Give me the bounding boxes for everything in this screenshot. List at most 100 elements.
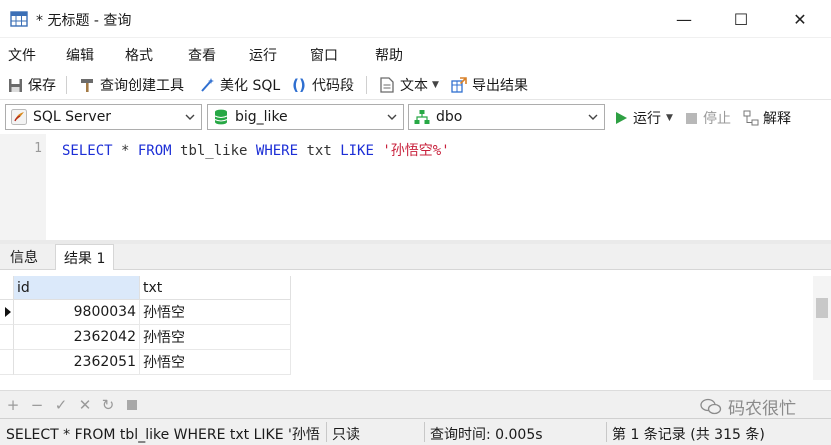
menu-file[interactable]: 文件 xyxy=(8,45,36,65)
sql-keyword: WHERE xyxy=(255,143,299,159)
run-label: 运行 xyxy=(633,111,661,127)
code-snippet-button[interactable]: () 代码段 xyxy=(290,74,354,96)
add-icon[interactable]: + xyxy=(4,396,22,414)
menu-format[interactable]: 格式 xyxy=(125,45,153,65)
sql-keyword: SELECT xyxy=(62,143,113,159)
export-results-label: 导出结果 xyxy=(472,78,528,94)
chevron-down-icon xyxy=(185,114,195,120)
explain-icon xyxy=(743,110,759,126)
explain-label: 解释 xyxy=(763,111,791,127)
table-cell-txt[interactable]: 孙悟空 xyxy=(140,300,291,325)
table-cell-id[interactable]: 9800034 xyxy=(14,300,140,325)
sql-server-icon xyxy=(10,108,28,126)
vertical-scrollbar[interactable] xyxy=(813,276,831,380)
scrollbar-thumb[interactable] xyxy=(816,298,828,318)
menu-bar: 文件 编辑 格式 查看 运行 窗口 帮助 xyxy=(0,38,831,68)
code-snippet-label: 代码段 xyxy=(312,78,354,94)
status-bar: SELECT * FROM tbl_like WHERE txt LIKE '孙… xyxy=(0,418,831,445)
sql-code-line[interactable]: SELECT * FROM tbl_like WHERE txt LIKE '孙… xyxy=(62,140,450,160)
stop-icon[interactable] xyxy=(123,396,141,414)
connection-bar: SQL Server big_like dbo 运行 ▼ 停止 解释 xyxy=(0,100,831,134)
database-value: big_like xyxy=(235,109,288,125)
discard-icon[interactable]: ✕ xyxy=(76,396,94,414)
status-query-time: 查询时间: 0.005s xyxy=(430,427,543,443)
row-indicator[interactable] xyxy=(0,300,14,325)
tab-info[interactable]: 信息 xyxy=(2,244,46,270)
braces-icon: () xyxy=(292,76,306,94)
tab-result-1[interactable]: 结果 1 xyxy=(55,244,115,271)
run-button[interactable]: 运行 ▼ xyxy=(614,108,673,128)
window-title: * 无标题 - 查询 xyxy=(36,13,132,29)
export-icon xyxy=(450,76,468,94)
row-indicator[interactable] xyxy=(0,350,14,375)
database-select[interactable]: big_like xyxy=(207,104,404,130)
export-results-button[interactable]: 导出结果 xyxy=(450,74,528,96)
sql-string: '孙悟空%' xyxy=(382,143,450,159)
status-divider xyxy=(326,422,327,442)
status-record-count: 第 1 条记录 (共 315 条) xyxy=(612,427,765,443)
explain-button[interactable]: 解释 xyxy=(743,108,791,128)
toolbar-divider xyxy=(66,76,67,94)
text-label: 文本 xyxy=(400,78,428,94)
stop-icon xyxy=(686,112,697,124)
run-dropdown-icon[interactable]: ▼ xyxy=(666,113,673,123)
close-button[interactable]: ✕ xyxy=(777,0,823,38)
sql-keyword: LIKE xyxy=(340,143,374,159)
stop-button[interactable]: 停止 xyxy=(686,108,731,128)
table-cell-id[interactable]: 2362051 xyxy=(14,350,140,375)
line-gutter: 1 xyxy=(0,134,46,240)
save-button[interactable]: 保存 xyxy=(6,74,56,96)
table-cell-txt[interactable]: 孙悟空 xyxy=(140,325,291,350)
magic-wand-icon xyxy=(198,76,216,94)
hammer-icon xyxy=(78,76,96,94)
grid-corner[interactable] xyxy=(0,276,14,300)
sql-text: tbl_like xyxy=(171,143,256,159)
maximize-icon: ☐ xyxy=(733,9,749,29)
line-number: 1 xyxy=(34,141,42,156)
remove-icon[interactable]: − xyxy=(28,396,46,414)
save-icon xyxy=(6,76,24,94)
play-icon xyxy=(616,112,627,124)
chevron-down-icon xyxy=(588,114,598,120)
close-icon: ✕ xyxy=(793,9,807,29)
menu-run[interactable]: 运行 xyxy=(249,45,277,65)
beautify-sql-label: 美化 SQL xyxy=(220,78,281,94)
menu-help[interactable]: 帮助 xyxy=(375,45,403,65)
toolbar-divider xyxy=(366,76,367,94)
table-cell-txt[interactable]: 孙悟空 xyxy=(140,350,291,375)
dropdown-arrow-icon: ▼ xyxy=(432,80,439,90)
maximize-button[interactable]: ☐ xyxy=(718,0,764,38)
schema-select[interactable]: dbo xyxy=(408,104,605,130)
wechat-icon xyxy=(700,398,722,414)
menu-edit[interactable]: 编辑 xyxy=(66,45,94,65)
table-cell-id[interactable]: 2362042 xyxy=(14,325,140,350)
stop-label: 停止 xyxy=(703,111,731,127)
column-header-txt[interactable]: txt xyxy=(140,276,291,300)
database-icon xyxy=(212,108,230,126)
menu-view[interactable]: 查看 xyxy=(188,45,216,65)
chevron-down-icon xyxy=(387,114,397,120)
watermark: 码农很忙 xyxy=(700,394,796,419)
status-mode: 只读 xyxy=(332,427,360,443)
sql-editor[interactable]: 1 SELECT * FROM tbl_like WHERE txt LIKE … xyxy=(0,134,831,240)
column-header-id[interactable]: id xyxy=(14,276,140,300)
server-type-value: SQL Server xyxy=(33,109,112,125)
text-dropdown-button[interactable]: 文本 ▼ xyxy=(378,74,439,96)
query-builder-button[interactable]: 查询创建工具 xyxy=(78,74,184,96)
beautify-sql-button[interactable]: 美化 SQL xyxy=(198,74,280,96)
document-icon xyxy=(378,76,396,94)
current-row-icon xyxy=(5,307,11,317)
sql-text: * xyxy=(112,143,138,159)
server-type-select[interactable]: SQL Server xyxy=(5,104,202,130)
minimize-icon: — xyxy=(676,9,692,29)
save-label: 保存 xyxy=(28,78,56,94)
schema-icon xyxy=(413,108,431,126)
apply-icon[interactable]: ✓ xyxy=(52,396,70,414)
sql-keyword: FROM xyxy=(137,143,172,159)
sql-text: txt xyxy=(298,143,341,159)
minimize-button[interactable]: — xyxy=(661,0,707,38)
grid-action-bar: + − ✓ ✕ ↻ 码农很忙 xyxy=(0,390,831,419)
refresh-icon[interactable]: ↻ xyxy=(99,396,117,414)
menu-window[interactable]: 窗口 xyxy=(310,45,338,65)
row-indicator[interactable] xyxy=(0,325,14,350)
